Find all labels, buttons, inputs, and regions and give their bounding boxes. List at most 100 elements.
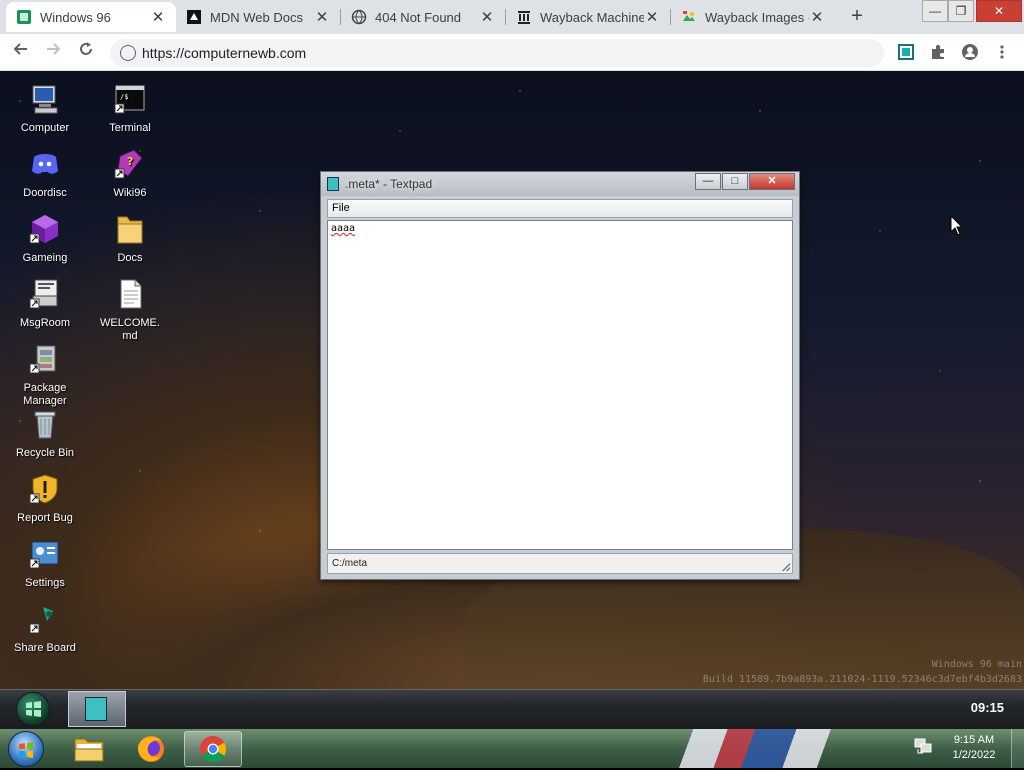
- watermark-line-1: Windows 96 main: [931, 659, 1022, 670]
- desktop-icon-label: Package Manager: [23, 382, 67, 407]
- textpad-titlebar[interactable]: .meta* - Textpad — □ ✕: [321, 172, 799, 196]
- pinned-file-explorer[interactable]: [62, 731, 116, 767]
- tab-windows-96[interactable]: Windows 96 ✕: [6, 2, 176, 32]
- back-arrow-icon: [13, 43, 27, 55]
- desktop-icon-label: Wiki96: [113, 187, 147, 199]
- computer-icon: [32, 85, 58, 114]
- pinned-chrome[interactable]: [184, 731, 242, 767]
- desktop-icon-label: MsgRoom: [19, 317, 71, 329]
- resize-grip-icon[interactable]: [782, 563, 790, 571]
- forward-arrow-icon: [47, 43, 61, 55]
- tab-mdn-web-docs[interactable]: MDN Web Docs ✕: [176, 2, 340, 32]
- desktop-icon-report-bug[interactable]: Report Bug: [5, 473, 85, 525]
- network-status-icon[interactable]: [912, 735, 934, 757]
- desktop-icon-wiki96[interactable]: ? Wiki96: [90, 148, 170, 200]
- win96-start-button[interactable]: [16, 692, 50, 726]
- browser-close-button[interactable]: ✕: [976, 0, 1022, 22]
- browser-maximize-button[interactable]: ❐: [948, 0, 974, 22]
- extensions-puzzle-icon[interactable]: [929, 43, 947, 61]
- desktop-icon-terminal[interactable]: /$ Terminal: [90, 83, 170, 135]
- google-images-favicon-icon: [683, 11, 695, 21]
- textpad-editor[interactable]: aaaa: [327, 220, 793, 550]
- archive-favicon-icon: [518, 11, 530, 24]
- desktop-icon-label: Settings: [25, 577, 65, 589]
- textpad-window: .meta* - Textpad — □ ✕ File aaaa C:/meta: [320, 171, 800, 580]
- browser-toolbar: https://computernewb.com: [0, 34, 1024, 71]
- browser-menu-icon[interactable]: [993, 43, 1011, 61]
- back-button[interactable]: [9, 40, 33, 64]
- firefox-icon: [138, 736, 164, 762]
- tab-title: Wayback Machine: [540, 9, 644, 25]
- desktop-icon-label: Computer: [20, 122, 70, 134]
- desktop-icon-label: Doordisc: [23, 187, 67, 199]
- tab-404-not-found[interactable]: 404 Not Found ✕: [341, 2, 505, 32]
- textpad-app-icon: [327, 177, 339, 191]
- settings-icon: [29, 541, 59, 569]
- desktop-icon-docs[interactable]: Docs: [90, 213, 170, 265]
- address-bar[interactable]: https://computernewb.com: [110, 39, 884, 67]
- tab-title: 404 Not Found: [375, 9, 462, 25]
- recycle-bin-icon: [34, 411, 56, 439]
- host-start-button[interactable]: [8, 731, 44, 767]
- host-clock[interactable]: 9:15 AM 1/2/2022: [944, 733, 1004, 763]
- document-icon: [120, 279, 142, 309]
- mouse-cursor-icon: [950, 215, 964, 236]
- desktop-icon-share-board[interactable]: Share Board: [5, 603, 85, 655]
- show-desktop-button[interactable]: [1011, 729, 1024, 768]
- tab-title: MDN Web Docs: [210, 9, 303, 25]
- desktop-icon-label: Docs: [117, 252, 143, 264]
- host-date: 1/2/2022: [952, 749, 996, 761]
- new-tab-button[interactable]: +: [845, 5, 869, 29]
- forward-button[interactable]: [41, 40, 65, 64]
- desktop-icon-gameing[interactable]: Gameing: [5, 213, 85, 265]
- close-tab-icon[interactable]: ✕: [809, 8, 825, 26]
- desktop-icon-doordisc[interactable]: Doordisc: [5, 148, 85, 200]
- site-info-icon[interactable]: [120, 45, 136, 61]
- discord-icon: [32, 154, 58, 174]
- extension-teal-icon[interactable]: [897, 43, 915, 61]
- desktop-icon-label: Share Board: [14, 642, 76, 654]
- profile-avatar-icon[interactable]: [961, 43, 979, 61]
- share-board-icon: [29, 607, 53, 634]
- wiki-book-icon: ?: [114, 149, 143, 179]
- mdn-favicon-icon: [187, 10, 201, 24]
- folder-icon: [117, 216, 143, 244]
- textpad-menubar: File: [327, 199, 793, 218]
- chrome-icon: [200, 736, 227, 763]
- reload-button[interactable]: [74, 40, 98, 64]
- desktop-icon-label: Terminal: [109, 122, 151, 134]
- tab-wayback-images[interactable]: Wayback Images - ✕: [671, 2, 835, 32]
- desktop-icon-welcome-md[interactable]: WELCOME. md: [90, 278, 170, 343]
- desktop-icon-msgroom[interactable]: MsgRoom: [5, 278, 85, 330]
- editor-text[interactable]: aaaa: [331, 223, 355, 234]
- game-cube-icon: [29, 215, 58, 244]
- textpad-close-button[interactable]: ✕: [749, 173, 795, 190]
- url-text[interactable]: https://computernewb.com: [142, 45, 306, 61]
- reload-icon: [80, 42, 92, 55]
- desktop-icon-settings[interactable]: Settings: [5, 538, 85, 590]
- svg-text:/$: /$: [120, 93, 128, 101]
- desktop-icon-computer[interactable]: Computer: [5, 83, 85, 135]
- msgroom-icon: [29, 279, 58, 309]
- desktop-icon-package-manager[interactable]: Package Manager: [5, 343, 85, 408]
- textpad-maximize-button[interactable]: □: [722, 173, 748, 190]
- tab-wayback-machine[interactable]: Wayback Machine ✕: [506, 2, 670, 32]
- terminal-icon: /$: [114, 85, 145, 114]
- menu-file[interactable]: File: [332, 202, 350, 214]
- close-tab-icon[interactable]: ✕: [644, 8, 660, 26]
- file-path-status: C:/meta: [332, 558, 368, 569]
- browser-minimize-button[interactable]: —: [922, 0, 948, 22]
- win96-desktop[interactable]: Computer Doordisc Gameing MsgRoom Packag…: [0, 71, 1024, 689]
- desktop-icon-recycle-bin[interactable]: Recycle Bin: [5, 408, 85, 460]
- warning-shield-icon: [29, 474, 58, 504]
- pinned-firefox[interactable]: [124, 731, 178, 767]
- host-wallpaper-strip: [590, 729, 920, 768]
- close-tab-icon[interactable]: ✕: [150, 8, 166, 26]
- win96-clock: 09:15: [970, 700, 1004, 715]
- desktop-icon-label: Gameing: [22, 252, 68, 264]
- close-tab-icon[interactable]: ✕: [314, 8, 330, 26]
- globe-favicon-icon: [351, 9, 367, 25]
- textpad-minimize-button[interactable]: —: [695, 173, 721, 190]
- taskbar-item-textpad[interactable]: [68, 691, 126, 727]
- close-tab-icon[interactable]: ✕: [479, 8, 495, 26]
